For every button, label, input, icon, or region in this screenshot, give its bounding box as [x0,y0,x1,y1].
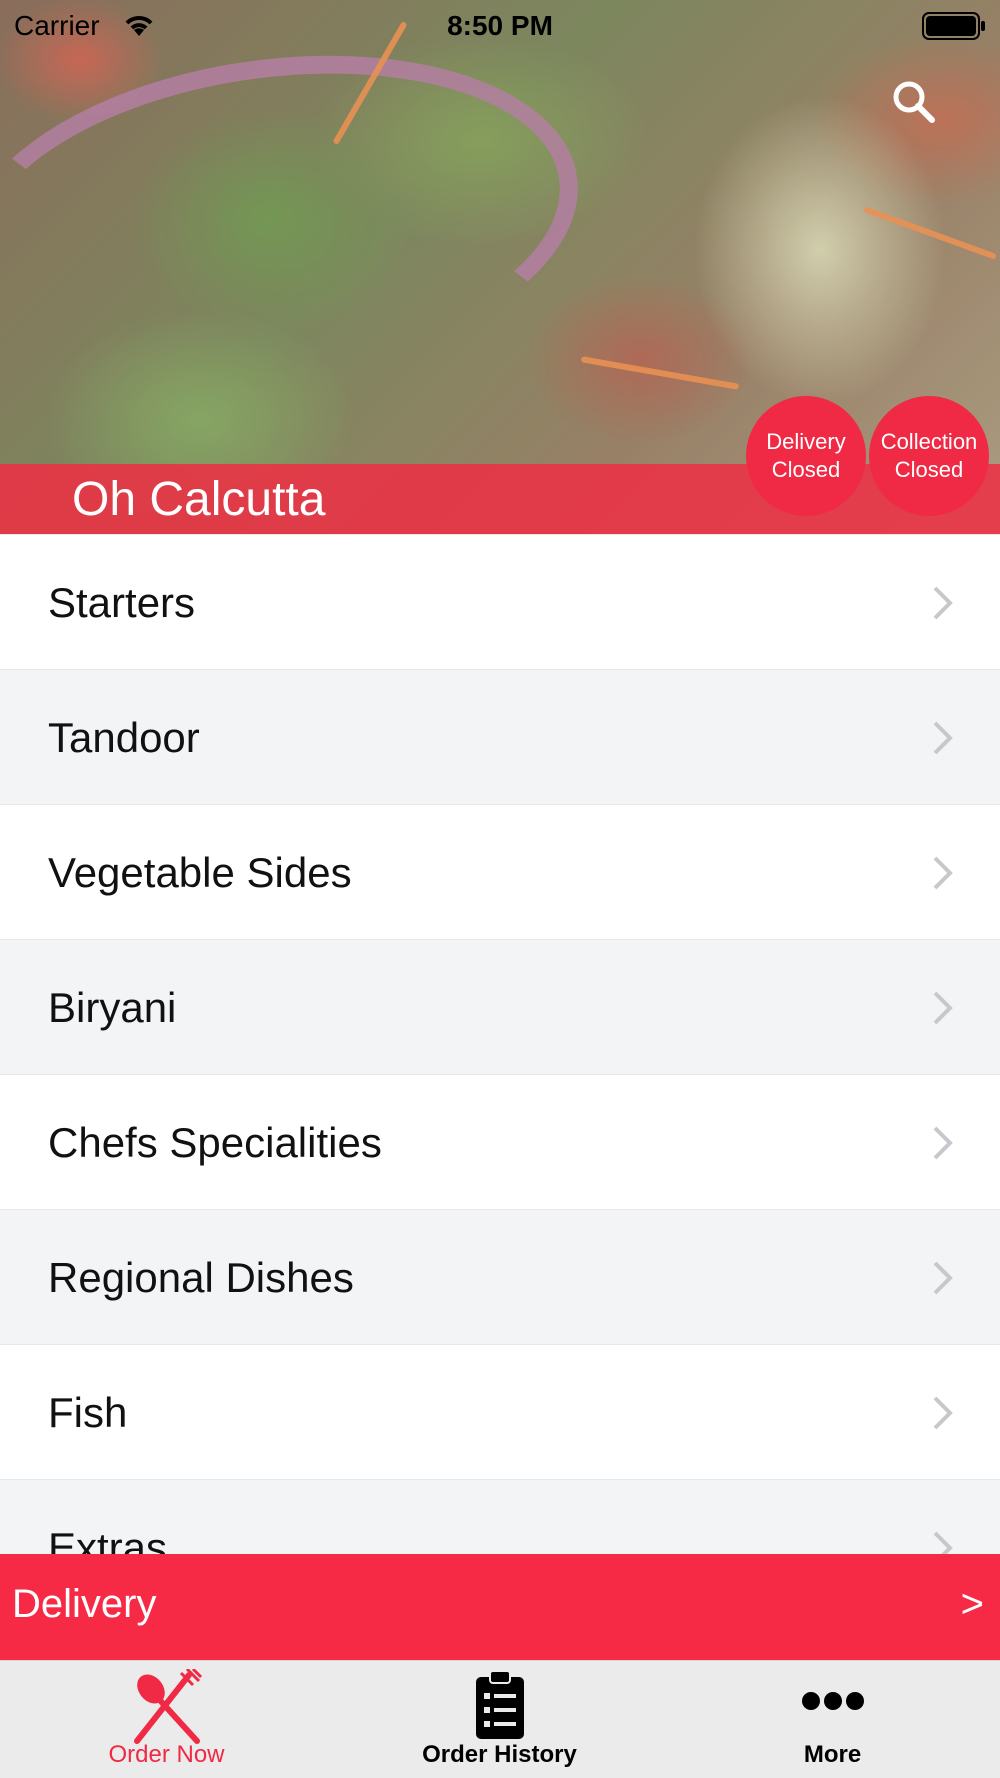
menu-category-item[interactable]: Fish [0,1344,1000,1479]
menu-category-label: Starters [48,579,196,626]
tab-order-history[interactable]: Order History [333,1661,666,1778]
menu-category-list[interactable]: Starters Tandoor Vegetable Sides Biryani… [0,534,1000,1554]
hero-food-detail [580,356,740,390]
hero-food-detail [863,206,997,260]
collection-status-line2: Closed [894,457,964,482]
chevron-right-icon [933,856,953,890]
search-icon [893,81,935,123]
delivery-status-badge: Delivery Closed [746,396,866,516]
tab-bar: Order Now Order History More [0,1660,1000,1778]
delivery-status-line1: Delivery [766,429,846,454]
chevron-right-icon [933,991,953,1025]
delivery-mode-bar[interactable]: Delivery > [0,1554,1000,1660]
hero-food-image [0,18,600,422]
chevron-right-icon [933,1126,953,1160]
chevron-right-icon [933,586,953,620]
tab-label: Order Now [108,1741,225,1768]
clipboard-list-icon [474,1669,526,1746]
chevron-right-icon [933,1396,953,1430]
battery-icon [922,12,986,47]
delivery-status-line2: Closed [771,457,841,482]
menu-category-label: Tandoor [48,714,200,761]
clock-time: 8:50 PM [447,10,553,41]
tab-order-now[interactable]: Order Now [0,1661,333,1778]
search-button[interactable] [890,78,938,126]
tab-label: Order History [422,1741,577,1768]
status-bar: Carrier 8:50 PM [0,0,1000,50]
menu-category-label: Fish [48,1389,128,1436]
chevron-right-icon [933,1261,953,1295]
chevron-right-icon [933,721,953,755]
delivery-mode-label: Delivery [12,1582,157,1626]
restaurant-name: Oh Calcutta [72,473,326,526]
delivery-mode-arrow: > [960,1582,984,1626]
menu-category-label: Extras [48,1524,168,1554]
menu-category-item[interactable]: Extras [0,1479,1000,1554]
tab-label: More [803,1741,862,1768]
menu-category-item[interactable]: Vegetable Sides [0,804,1000,939]
more-dots-icon [801,1691,865,1716]
menu-category-item[interactable]: Starters [0,534,1000,669]
collection-status-badge: Collection Closed [869,396,989,516]
menu-category-label: Vegetable Sides [48,849,352,896]
menu-category-item[interactable]: Biryani [0,939,1000,1074]
tab-more[interactable]: More [666,1661,999,1778]
fork-knife-icon [127,1667,207,1750]
collection-status-line1: Collection [880,429,978,454]
menu-category-label: Regional Dishes [48,1254,354,1301]
menu-category-item[interactable]: Regional Dishes [0,1209,1000,1344]
chevron-right-icon [933,1531,953,1554]
menu-category-item[interactable]: Tandoor [0,669,1000,804]
menu-category-label: Chefs Specialities [48,1119,382,1166]
menu-category-item[interactable]: Chefs Specialities [0,1074,1000,1209]
menu-category-label: Biryani [48,984,177,1031]
